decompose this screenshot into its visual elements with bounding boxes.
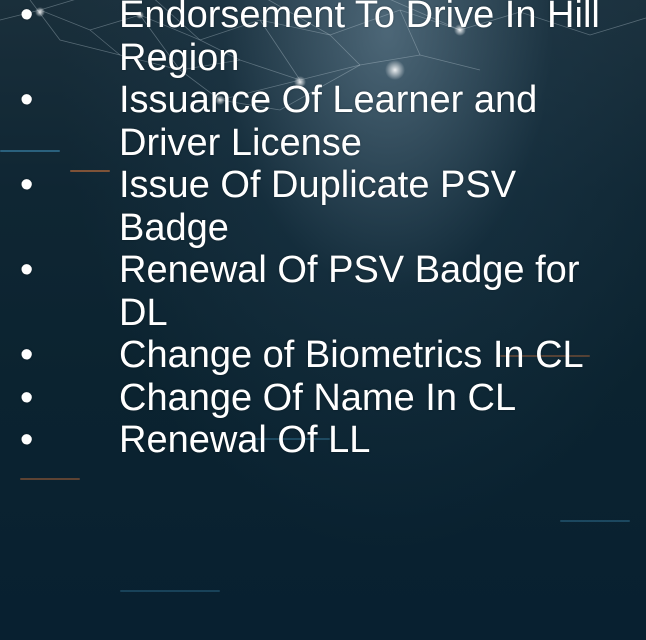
list-item-text: Renewal Of LL — [119, 419, 371, 461]
list-item-text: Renewal Of PSV Badge for DL — [119, 249, 580, 334]
list-item: • Endorsement To Drive In Hill Region — [0, 0, 646, 79]
list-item: • Renewal Of PSV Badge for DL — [0, 249, 646, 334]
bullet-icon: • — [20, 164, 34, 206]
light-streak — [560, 520, 630, 522]
list-item-text: Issue Of Duplicate PSV Badge — [119, 164, 517, 249]
bullet-icon: • — [20, 376, 34, 419]
service-list: • Endorsement To Drive In Hill Region • … — [0, 0, 646, 462]
light-streak — [120, 590, 220, 592]
light-streak — [20, 478, 80, 480]
list-item: • Change of Biometrics In CL — [0, 334, 646, 377]
list-item: • Issue Of Duplicate PSV Badge — [0, 164, 646, 249]
slide: • Endorsement To Drive In Hill Region • … — [0, 0, 646, 640]
bullet-icon: • — [20, 0, 34, 36]
list-item-text: Endorsement To Drive In Hill Region — [119, 0, 600, 79]
list-item-text: Change of Biometrics In CL — [119, 334, 584, 376]
bullet-icon: • — [20, 419, 34, 461]
bullet-icon: • — [20, 249, 34, 291]
bullet-icon: • — [20, 334, 34, 376]
list-item: • Renewal Of LL — [0, 419, 646, 462]
list-item: • Change Of Name In CL — [0, 377, 646, 420]
list-item: • Issuance Of Learner and Driver License — [0, 79, 646, 164]
list-item-text: Change Of Name In CL — [119, 376, 517, 419]
bullet-icon: • — [20, 79, 34, 121]
list-item-text: Issuance Of Learner and Driver License — [119, 79, 538, 164]
